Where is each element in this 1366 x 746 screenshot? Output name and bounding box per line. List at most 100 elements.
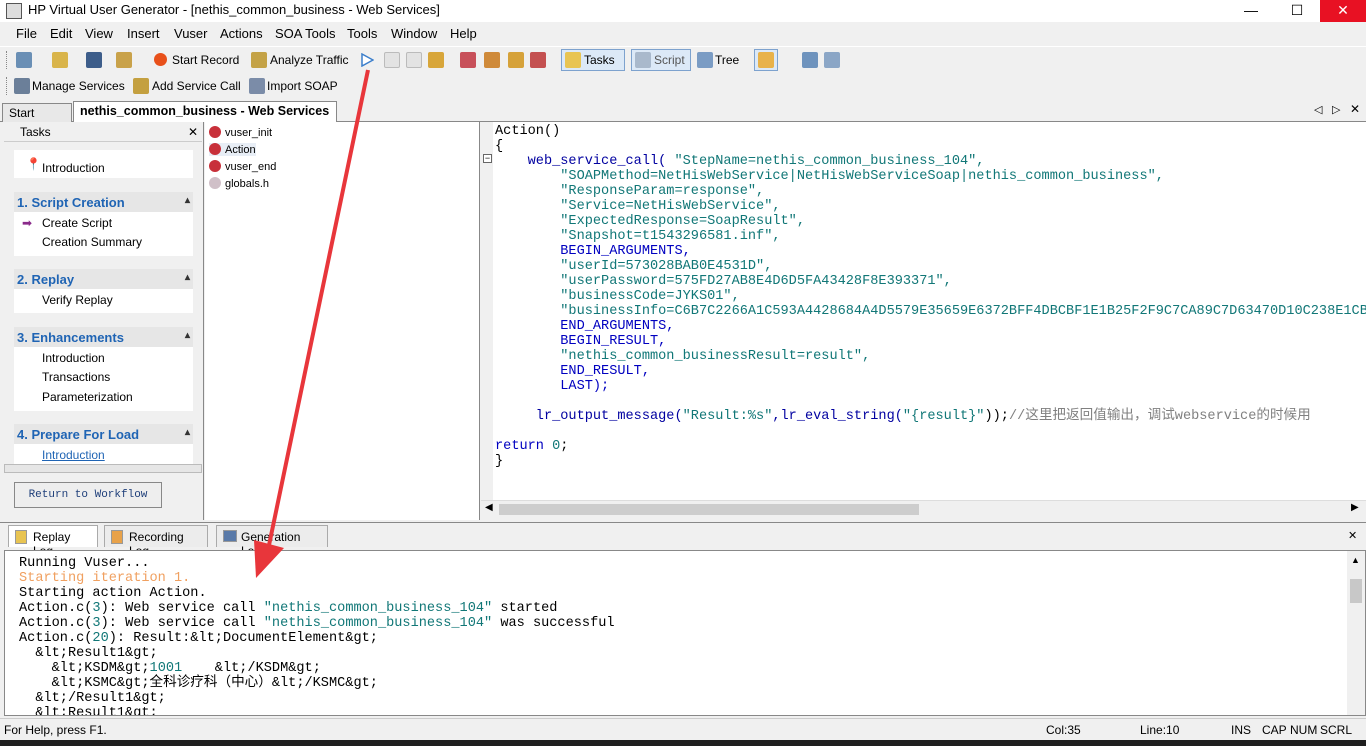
task-introduction[interactable]: Introduction	[42, 161, 105, 175]
record-icon[interactable]	[154, 53, 167, 66]
task-group-title[interactable]: 2. Replay ▴	[14, 269, 193, 289]
code-text: Action(){ web_service_call( "StepName=ne…	[495, 124, 1366, 469]
save-icon[interactable]	[86, 52, 102, 68]
file-globals-h[interactable]: globals.h	[209, 177, 269, 190]
scroll-left-icon[interactable]: ◀	[485, 502, 493, 513]
status-ins: INS	[1231, 723, 1252, 737]
parameter-icon[interactable]	[508, 52, 524, 68]
task-parameterization[interactable]: Parameterization	[14, 387, 193, 407]
tasks-close-icon[interactable]: ✕	[188, 125, 198, 139]
find-icon[interactable]	[116, 52, 132, 68]
task-transactions[interactable]: Transactions	[14, 367, 193, 387]
tree-icon[interactable]	[697, 52, 713, 68]
tab-scroll-right-icon[interactable]: ▷	[1332, 103, 1340, 116]
status-bar: For Help, press F1. Col:35 Line:10 INS C…	[0, 718, 1366, 740]
tab-start-page[interactable]: Start Page	[2, 103, 72, 134]
return-to-workflow-button[interactable]: Return to Workflow	[14, 482, 162, 508]
start-record-button[interactable]: Start Record	[172, 53, 239, 67]
editor-hscroll[interactable]: ◀ ▶	[481, 500, 1366, 518]
runtime-settings-icon[interactable]	[484, 52, 500, 68]
task-group-title[interactable]: 3. Enhancements ▴	[14, 327, 193, 347]
task-group-prepare-for-load: 4. Prepare For Load ▴ Introduction	[14, 424, 193, 464]
tab-recording-log[interactable]: Recording Log	[104, 525, 208, 558]
log-icon	[223, 530, 237, 542]
window-title: HP Virtual User Generator - [nethis_comm…	[28, 2, 440, 17]
close-document-icon[interactable]: ✕	[1350, 102, 1360, 116]
task-verify-replay[interactable]: Verify Replay	[14, 289, 193, 309]
tab-scroll-left-icon[interactable]: ◁	[1314, 103, 1322, 116]
compare-icon[interactable]	[824, 52, 840, 68]
import-soap-button[interactable]: Import SOAP	[267, 79, 338, 93]
import-soap-icon	[249, 78, 265, 94]
minimize-button[interactable]: —	[1228, 0, 1274, 22]
file-icon	[209, 143, 221, 155]
menu-edit[interactable]: Edit	[50, 26, 72, 41]
tab-generation-log[interactable]: Generation Log	[216, 525, 328, 558]
pin-icon: 📍	[26, 157, 41, 171]
manage-services-button[interactable]: Manage Services	[32, 79, 125, 93]
menu-vuser[interactable]: Vuser	[174, 26, 207, 41]
menu-file[interactable]: File	[16, 26, 37, 41]
file-action[interactable]: Action	[209, 143, 256, 156]
file-icon	[209, 126, 221, 138]
tab-script[interactable]: nethis_common_business - Web Services	[73, 101, 337, 122]
output-tab-strip: Replay Log Recording Log Generation Log …	[0, 522, 1366, 558]
transaction-icon[interactable]	[530, 52, 546, 68]
status-cap: CAP	[1262, 723, 1287, 737]
maximize-button[interactable]: ☐	[1274, 0, 1320, 22]
manage-services-icon	[14, 78, 30, 94]
log-vscroll[interactable]: ▲	[1347, 551, 1365, 715]
close-output-icon[interactable]: ✕	[1348, 529, 1357, 542]
menu-help[interactable]: Help	[450, 26, 477, 41]
breakpoint-icon[interactable]	[460, 52, 476, 68]
add-service-call-icon	[133, 78, 149, 94]
code-editor[interactable]: − Action(){ web_service_call( "StepName=…	[481, 122, 1366, 500]
step-icon[interactable]	[428, 52, 444, 68]
menu-tools[interactable]: Tools	[347, 26, 377, 41]
tree-view-button[interactable]: Tree	[715, 53, 739, 67]
status-scrl: SCRL	[1320, 723, 1353, 737]
scroll-up-icon[interactable]: ▲	[1351, 555, 1360, 565]
document-tab-strip: Start Page nethis_common_business - Web …	[0, 100, 1366, 134]
pause-icon[interactable]	[406, 52, 422, 68]
tasks-icon	[565, 52, 581, 68]
collapse-icon: ▴	[184, 330, 190, 341]
scroll-thumb[interactable]	[499, 504, 919, 515]
status-num: NUM	[1290, 723, 1318, 737]
log-text: Running Vuser... Starting iteration 1. Sta…	[19, 556, 615, 716]
task-creation-summary[interactable]: Creation Summary	[14, 232, 193, 252]
snapshot-icon[interactable]	[802, 52, 818, 68]
stop-icon[interactable]	[384, 52, 400, 68]
status-help-text: For Help, press F1.	[4, 723, 107, 737]
add-service-call-button[interactable]: Add Service Call	[152, 79, 241, 93]
taskbar-strip	[0, 740, 1366, 746]
collapse-icon: ▴	[184, 195, 190, 206]
replay-log-pane[interactable]: Running Vuser... Starting iteration 1. Sta…	[4, 550, 1366, 716]
analyze-traffic-icon[interactable]	[251, 52, 267, 68]
analyze-traffic-button[interactable]: Analyze Traffic	[270, 53, 348, 67]
tasks-header: Tasks ✕	[4, 122, 202, 142]
open-icon[interactable]	[52, 52, 68, 68]
play-icon[interactable]	[360, 53, 374, 67]
new-icon[interactable]	[16, 52, 32, 68]
close-button[interactable]: ✕	[1320, 0, 1366, 22]
task-group-title[interactable]: 1. Script Creation ▴	[14, 192, 193, 212]
menu-actions[interactable]: Actions	[220, 26, 263, 41]
task-group-title[interactable]: 4. Prepare For Load ▴	[14, 424, 193, 444]
menu-insert[interactable]: Insert	[127, 26, 160, 41]
menu-soa-tools[interactable]: SOA Tools	[275, 26, 335, 41]
tasks-hscroll[interactable]	[4, 464, 202, 473]
intro-box: 📍 Introduction	[14, 150, 193, 178]
tab-replay-log[interactable]: Replay Log	[8, 525, 98, 558]
task-enh-introduction[interactable]: Introduction	[14, 347, 193, 367]
task-create-script[interactable]: Create Script	[14, 212, 193, 232]
scroll-right-icon[interactable]: ▶	[1351, 502, 1359, 513]
task-load-introduction[interactable]: Introduction	[14, 444, 193, 464]
scroll-thumb[interactable]	[1350, 579, 1362, 603]
editor-gutter	[481, 122, 493, 500]
file-vuser-end[interactable]: vuser_end	[209, 160, 276, 173]
menu-view[interactable]: View	[85, 26, 113, 41]
fold-icon[interactable]: −	[483, 154, 492, 163]
file-vuser-init[interactable]: vuser_init	[209, 126, 272, 139]
menu-window[interactable]: Window	[391, 26, 437, 41]
